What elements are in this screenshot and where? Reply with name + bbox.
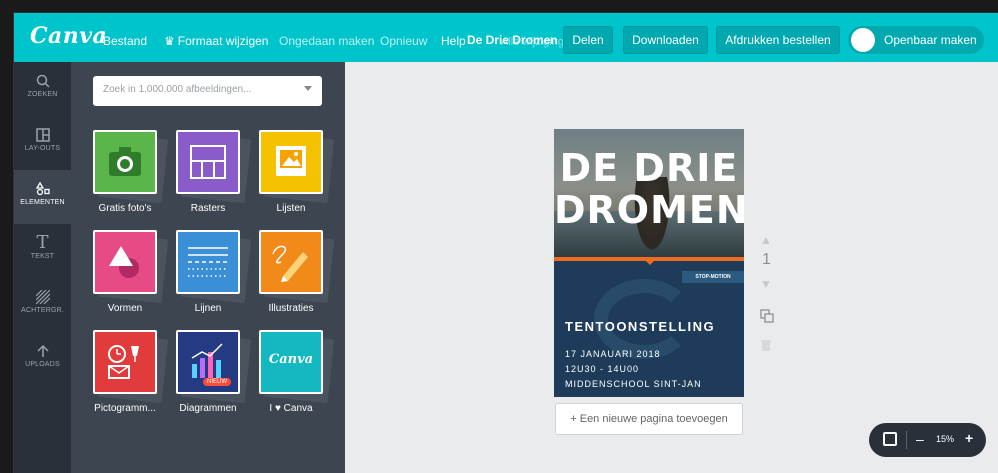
zoom-separator: [906, 431, 907, 449]
menu-resize-label: Formaat wijzigen: [177, 34, 269, 48]
tile-label: I ♥ Canva: [269, 403, 313, 414]
tile-shapes[interactable]: Vormen: [93, 230, 175, 322]
poster-location[interactable]: MIDDENSCHOOL SINT-JAN: [565, 379, 702, 389]
tile-love-canva[interactable]: Canva I ♥ Canva: [259, 330, 341, 422]
canva-editor: Canva Bestand ♛ Formaat wijzigen Ongedaan…: [13, 12, 998, 473]
nav-text[interactable]: T TEKST: [14, 224, 71, 278]
tile-label: Vormen: [107, 303, 143, 314]
search-input[interactable]: Zoek in 1.000.000 afbeeldingen...: [93, 76, 322, 106]
search-placeholder: Zoek in 1.000.000 afbeeldingen...: [103, 84, 252, 95]
nav-uploads-label: UPLOADS: [25, 361, 60, 368]
poster-notch: [642, 257, 658, 265]
nav-layouts-label: LAY-OUTS: [24, 145, 61, 152]
bar-chart-icon: NIEUW: [176, 330, 240, 394]
new-badge: NIEUW: [203, 378, 231, 386]
tile-charts[interactable]: NIEUW Diagrammen: [176, 330, 258, 422]
nav-uploads[interactable]: UPLOADS: [14, 332, 71, 386]
canva-logo[interactable]: Canva: [30, 23, 107, 49]
poster-title[interactable]: DE DRIE DROMEN: [554, 147, 744, 231]
crown-icon: ♛: [164, 34, 175, 48]
frame-icon: [259, 130, 323, 194]
camera-icon: [93, 130, 157, 194]
menu-resize[interactable]: ♛ Formaat wijzigen: [164, 34, 268, 48]
zoom-control: – 15% +: [869, 423, 986, 457]
search-icon: [36, 74, 50, 88]
elements-panel: Zoek in 1.000.000 afbeeldingen... Gratis…: [71, 62, 345, 473]
zoom-in-button[interactable]: +: [965, 430, 973, 446]
poster-heading[interactable]: TENTOONSTELLING: [565, 319, 715, 334]
nav-background[interactable]: ACHTERGR.: [14, 278, 71, 332]
toggle-knob: [851, 28, 875, 52]
lines-icon: [176, 230, 240, 294]
tile-illustrations[interactable]: Illustraties: [259, 230, 341, 322]
poster-title-line1: DE DRIE: [559, 146, 739, 190]
tile-label: Diagrammen: [179, 403, 237, 414]
move-up-icon[interactable]: ▲: [760, 233, 772, 247]
design-page[interactable]: DE DRIE DROMEN STOP-MOTION TENTOONSTELLI…: [554, 129, 744, 397]
nav-elements-label: ELEMENTEN: [20, 199, 65, 206]
tile-label: Pictogramm...: [94, 403, 156, 414]
nav-search[interactable]: ZOEKEN: [14, 62, 71, 116]
layout-icon: [35, 128, 50, 142]
zoom-out-button[interactable]: –: [916, 431, 924, 447]
present-icon[interactable]: [883, 432, 897, 446]
tile-label: Rasters: [190, 203, 226, 214]
top-bar: Canva Bestand ♛ Formaat wijzigen Ongedaan…: [14, 13, 998, 62]
tile-lines[interactable]: Lijnen: [176, 230, 258, 322]
tile-label: Illustraties: [268, 303, 314, 314]
chevron-down-icon[interactable]: [304, 86, 312, 91]
publish-toggle[interactable]: Openbaar maken: [848, 26, 984, 54]
nav-text-label: TEKST: [30, 253, 55, 260]
pictogram-icon: [93, 330, 157, 394]
poster-tag[interactable]: STOP-MOTION: [682, 271, 744, 283]
tile-grids[interactable]: Rasters: [176, 130, 258, 222]
nav-background-label: ACHTERGR.: [20, 307, 65, 314]
move-down-icon[interactable]: ▼: [760, 277, 772, 291]
poster-date[interactable]: 17 JANAUARI 2018: [565, 349, 661, 359]
menu-redo[interactable]: Opnieuw: [380, 34, 427, 48]
canva-logo-icon: Canva: [259, 330, 323, 394]
print-button[interactable]: Afdrukken bestellen: [716, 26, 840, 54]
tile-label: Lijsten: [276, 203, 306, 214]
zoom-level[interactable]: 15%: [936, 434, 954, 444]
trash-icon[interactable]: [760, 339, 772, 355]
add-page-button[interactable]: + Een nieuwe pagina toevoegen: [555, 403, 743, 435]
copy-page-icon[interactable]: [760, 309, 774, 326]
shapes-icon: [35, 181, 50, 196]
pencil-icon: [259, 230, 323, 294]
tile-label: Gratis foto's: [98, 203, 152, 214]
tile-canva-logo: Canva: [268, 352, 314, 367]
publish-label: Openbaar maken: [884, 33, 977, 47]
menu-help[interactable]: Help: [441, 34, 466, 48]
document-title[interactable]: De Drie Dromen: [467, 33, 558, 47]
poster-time[interactable]: 12U30 - 14U00: [565, 364, 639, 374]
nav-layouts[interactable]: LAY-OUTS: [14, 116, 71, 170]
upload-arrow-icon: [36, 344, 50, 358]
background-pattern-icon: [35, 289, 50, 305]
tile-frames[interactable]: Lijsten: [259, 130, 341, 222]
left-nav: ZOEKEN LAY-OUTS ELEMENTEN T TEKST ACHTER…: [14, 62, 71, 473]
poster-title-line2: DROMEN: [554, 188, 744, 232]
grid-icon: [176, 130, 240, 194]
nav-elements[interactable]: ELEMENTEN: [14, 170, 71, 224]
share-button[interactable]: Delen: [563, 26, 613, 54]
nav-search-label: ZOEKEN: [27, 91, 58, 98]
page-number: 1: [762, 251, 771, 268]
menu-file[interactable]: Bestand: [103, 34, 147, 48]
tile-pictograms[interactable]: Pictogramm...: [93, 330, 175, 422]
download-button[interactable]: Downloaden: [623, 26, 708, 54]
shapes-icon: [93, 230, 157, 294]
tile-label: Lijnen: [194, 303, 222, 314]
text-icon: T: [36, 232, 49, 253]
menu-undo[interactable]: Ongedaan maken: [279, 34, 374, 48]
tile-free-photos[interactable]: Gratis foto's: [93, 130, 175, 222]
